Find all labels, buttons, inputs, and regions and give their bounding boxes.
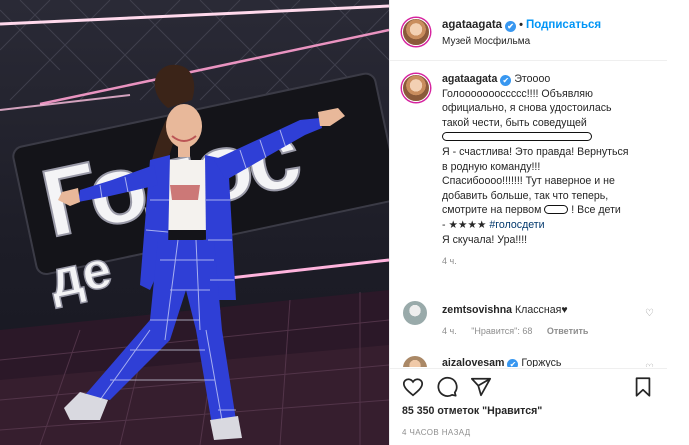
caption-line: смотрите на первом	[442, 204, 542, 217]
header-divider	[390, 60, 668, 61]
caption-line: официально, я снова удостоилась	[442, 102, 612, 115]
comment-meta: 4 ч. "Нравится": 68 Ответить	[442, 326, 600, 336]
comment-content: Классная♥	[515, 304, 568, 316]
hashtag-link[interactable]: #голосдети	[489, 219, 544, 231]
posted-timestamp[interactable]: 4 ЧАСОВ НАЗАД	[402, 428, 471, 437]
caption-avatar[interactable]	[402, 74, 430, 102]
follow-button[interactable]: Подписаться	[526, 19, 601, 31]
caption-line: Спасибоооо!!!!!!! Тут наверное и не	[442, 175, 615, 188]
commenter-avatar[interactable]	[402, 355, 428, 367]
reply-button[interactable]: Ответить	[547, 326, 589, 336]
caption-line: Этоооо	[514, 73, 551, 85]
comment-text: zemtsovishna Классная♥	[442, 304, 568, 316]
action-bar	[402, 376, 658, 402]
commenter-username[interactable]: aizalovesam	[442, 357, 504, 367]
author-avatar[interactable]	[402, 18, 430, 46]
verified-icon: ✔	[500, 75, 512, 86]
comment-likes[interactable]: "Нравится": 68	[471, 326, 532, 336]
location-link[interactable]: Музей Мосфильма	[442, 36, 530, 47]
caption-line: в родную команду!!!	[442, 160, 541, 173]
comment-like-heart-icon[interactable]: ♡	[645, 308, 654, 319]
sign-sub-text: де	[44, 240, 117, 310]
caption-line: Голоооооооссссс!!!! Объявляю	[442, 87, 593, 100]
post-side-panel: agataagata ✔ • Подписаться Музей Мосфильма …	[389, 0, 668, 445]
censor-mark	[544, 205, 569, 215]
caption-line: такой чести, быть соведущей	[442, 116, 587, 129]
bookmark-icon[interactable]	[632, 376, 656, 400]
actions-divider	[390, 368, 668, 369]
author-username[interactable]: agataagata	[442, 19, 502, 31]
comment-like-heart-icon[interactable]: ♡	[645, 363, 654, 367]
dot-separator: •	[519, 19, 523, 31]
comment-icon[interactable]	[436, 376, 460, 400]
commenter-avatar[interactable]	[402, 300, 428, 326]
author-line: agataagata ✔ • Подписаться	[442, 19, 601, 32]
censor-mark	[442, 132, 592, 142]
comment-item: aizalovesam✔ Горжусь ♡	[402, 355, 658, 367]
verified-icon: ✔	[505, 21, 517, 32]
caption-line: добавить больше, так что теперь,	[442, 189, 609, 202]
page-margin	[667, 0, 689, 445]
likes-count[interactable]: 85 350 отметок "Нравится"	[402, 405, 542, 417]
post-photo[interactable]: Голос де	[0, 0, 389, 445]
comment-time[interactable]: 4 ч.	[442, 326, 457, 336]
verified-icon: ✔	[507, 359, 519, 367]
share-icon[interactable]	[470, 376, 494, 400]
caption-text: agataagata ✔ Этоооо Голоооооооссссс!!!! О…	[442, 72, 657, 269]
caption-line: ! Все дети	[571, 204, 621, 217]
caption-line: Я - счастлива! Это правда! Вернуться	[442, 145, 629, 158]
heart-icon[interactable]	[402, 376, 426, 400]
caption-username[interactable]: agataagata	[442, 73, 497, 85]
caption-timestamp[interactable]: 4 ч.	[442, 254, 657, 269]
comment-text: aizalovesam ✔ Горжусь	[442, 357, 561, 367]
post-header: agataagata ✔ • Подписаться Музей Мосфильма	[402, 12, 658, 52]
caption-line-censored	[442, 130, 657, 145]
comment-content: Горжусь	[521, 357, 562, 367]
caption-line: Я скучала! Ура!!!!	[442, 233, 528, 246]
caption-line: - ★★★★	[442, 218, 490, 231]
commenter-username[interactable]: zemtsovishna	[442, 304, 512, 316]
photo-illustration: Голос де	[0, 0, 389, 445]
